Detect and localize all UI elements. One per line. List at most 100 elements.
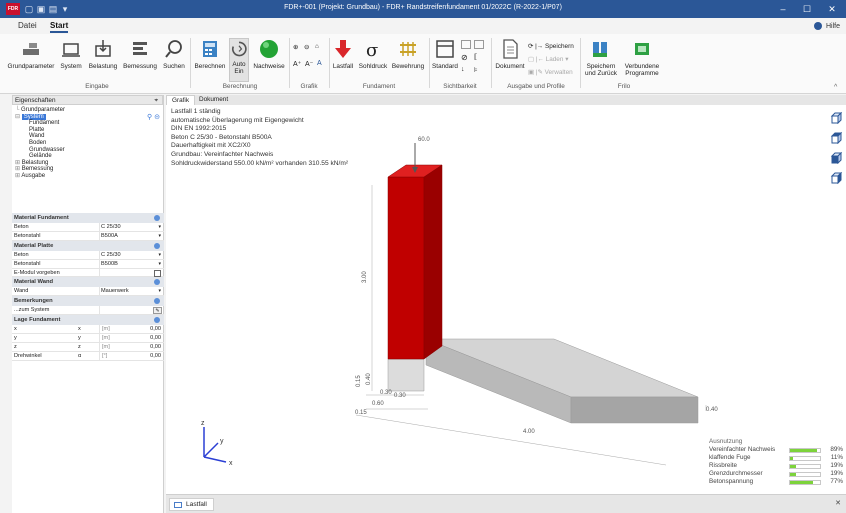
pin-icon[interactable]: ⌖ xyxy=(154,96,158,105)
tree-tools: ⚲ ⊝ xyxy=(147,114,160,122)
suchen-button[interactable]: Suchen xyxy=(161,38,187,70)
home-view-icon[interactable]: ⌂ xyxy=(315,43,319,50)
dropdown-arrow-icon[interactable]: ▾ xyxy=(158,260,161,269)
collapse-ribbon-icon[interactable]: ^ xyxy=(834,84,837,91)
berechnen-button[interactable]: Berechnen xyxy=(193,38,227,70)
tab-datei[interactable]: Datei xyxy=(18,21,37,30)
document-tabs: Grafik Dokument xyxy=(166,95,846,105)
property-value-input[interactable]: 0,00 xyxy=(150,334,161,343)
help-menu[interactable]: Hilfe xyxy=(814,22,840,30)
tree-item-ausgabe[interactable]: ⊞ Ausgabe xyxy=(15,173,163,180)
tree-item-bemessung[interactable]: ⊞ Bemessung xyxy=(15,166,163,173)
speichern-zurueck-button[interactable]: Speichern und Zurück xyxy=(583,38,619,77)
edit-remark-button[interactable]: ✎ xyxy=(153,307,162,315)
verbundene-programme-button[interactable]: Verbundene Programme xyxy=(620,38,664,77)
font-increase-icon[interactable]: A⁺ xyxy=(293,60,301,68)
property-value-input[interactable]: 0,00 xyxy=(150,325,161,334)
tab-grafik[interactable]: Grafik xyxy=(166,95,196,105)
font-reset-icon[interactable]: A xyxy=(317,60,322,67)
verwalten-profile-button[interactable]: ▣ |✎ Verwalten xyxy=(528,68,573,76)
tree-item-system[interactable]: ⊟ System xyxy=(15,113,163,121)
emodul-checkbox[interactable] xyxy=(154,269,161,277)
section-bemerkungen[interactable]: Bemerkungen xyxy=(12,296,164,307)
filter-icon[interactable]: ⊧ xyxy=(474,66,478,74)
show-lines-icon[interactable]: ⟦ xyxy=(474,53,477,61)
beton-platte-select[interactable]: C 25/30 xyxy=(101,251,121,260)
dropdown-arrow-icon[interactable]: ▾ xyxy=(158,287,161,296)
tree-item-gelaende[interactable]: Gelände xyxy=(15,153,163,160)
tab-lastfall[interactable]: Lastfall xyxy=(169,498,214,511)
collapse-icon[interactable] xyxy=(154,242,160,249)
tree-item-wand[interactable]: Wand xyxy=(15,133,163,140)
settings-icon[interactable] xyxy=(814,22,823,30)
view-cube-side-icon[interactable] xyxy=(830,171,843,185)
utilization-fill xyxy=(790,449,817,452)
dim-load-value: 60.0 xyxy=(418,137,430,143)
stahl-platte-select[interactable]: B500B xyxy=(101,260,118,269)
property-unit: [m] xyxy=(102,344,110,351)
belastung-button[interactable]: Belastung xyxy=(86,38,120,70)
standard-button[interactable]: Standard xyxy=(431,38,459,70)
speichern-profile-button[interactable]: ⟳ |→ Speichern xyxy=(528,42,574,50)
collapse-icon[interactable] xyxy=(154,317,160,324)
foundation-block xyxy=(387,358,425,392)
dropdown-arrow-icon[interactable]: ▾ xyxy=(158,232,161,241)
beton-fundament-select[interactable]: C 25/30 xyxy=(101,223,121,232)
section-lage-fundament[interactable]: Lage Fundament xyxy=(12,315,164,326)
stahl-fundament-select[interactable]: B500A xyxy=(101,232,118,241)
minimize-button[interactable]: – xyxy=(772,2,794,16)
graphic-canvas[interactable]: Lastfall 1 ständig automatische Überlager… xyxy=(166,105,846,494)
dropdown-arrow-icon[interactable]: ▾ xyxy=(158,223,161,232)
property-value-input[interactable]: 0,00 xyxy=(150,352,161,361)
tree-item-belastung[interactable]: ⊞ Belastung xyxy=(15,160,163,167)
hide-icon[interactable]: ⊘ xyxy=(461,53,468,62)
zoom-out-icon[interactable]: ⊖ xyxy=(304,43,309,51)
system-button[interactable]: System xyxy=(58,38,84,70)
ribbon: Grundparameter System Belastung Bemessun… xyxy=(0,34,846,94)
wand-material-select[interactable]: Mauerwerk xyxy=(101,287,129,296)
section-material-wand[interactable]: Material Wand xyxy=(12,277,164,288)
font-decrease-icon[interactable]: A⁻ xyxy=(305,60,313,68)
zoom-in-icon[interactable]: ⊕ xyxy=(293,43,298,51)
tree-item-grundwasser[interactable]: Grundwasser xyxy=(15,147,163,154)
close-button[interactable]: ✕ xyxy=(821,2,843,16)
utilization-label: Betonspannung xyxy=(709,478,754,485)
bemessung-button[interactable]: Bemessung xyxy=(122,38,158,70)
slab-front xyxy=(570,396,699,424)
view-option-icon[interactable] xyxy=(474,40,484,49)
dim-015: 0.15 xyxy=(356,375,362,387)
bewehrung-button[interactable]: Bewehrung xyxy=(390,38,426,70)
dokument-button[interactable]: Dokument xyxy=(494,38,526,70)
load-arrow-icon xyxy=(335,40,351,58)
property-unit: [m] xyxy=(102,335,110,342)
section-material-platte[interactable]: Material Platte xyxy=(12,240,164,251)
collapse-icon[interactable]: ⊝ xyxy=(154,114,160,121)
collapse-icon[interactable] xyxy=(154,298,160,305)
tab-start[interactable]: Start xyxy=(50,21,69,33)
tree-item-fundament[interactable]: Fundament xyxy=(15,120,163,127)
arrow-icon[interactable]: ↓ xyxy=(461,66,465,73)
dropdown-arrow-icon[interactable]: ▾ xyxy=(158,251,161,260)
tree-item-boden[interactable]: Boden xyxy=(15,140,163,147)
tab-dokument[interactable]: Dokument xyxy=(194,95,233,105)
view-cube-front-icon[interactable] xyxy=(830,151,843,165)
sohldruck-button[interactable]: σ Sohldruck xyxy=(357,38,389,70)
maximize-button[interactable]: ☐ xyxy=(796,2,818,16)
close-panel-button[interactable]: ✕ xyxy=(835,499,841,507)
view-cube-top-icon[interactable] xyxy=(830,131,843,145)
grundparameter-button[interactable]: Grundparameter xyxy=(6,38,56,70)
collapse-icon[interactable] xyxy=(154,215,160,221)
search-icon[interactable]: ⚲ xyxy=(147,114,152,121)
view-cube-iso-icon[interactable] xyxy=(830,111,843,125)
collapse-icon[interactable] xyxy=(154,279,160,286)
section-material-fundament[interactable]: Material Fundament xyxy=(12,213,164,223)
tree-item-platte[interactable]: Platte xyxy=(15,127,163,134)
lastfall-button[interactable]: Lastfall xyxy=(331,38,355,70)
nachweise-button[interactable]: Nachweise xyxy=(252,38,286,70)
property-value-input[interactable]: 0,00 xyxy=(150,343,161,352)
tree-item-grundparameter[interactable]: └ Grundparameter xyxy=(15,107,163,114)
utilization-percent: 89% xyxy=(830,446,843,453)
view-option-icon[interactable] xyxy=(461,40,471,49)
laden-profile-button[interactable]: ▢ |← Laden ▾ xyxy=(528,55,568,63)
auto-toggle-button[interactable]: Auto Ein xyxy=(229,38,249,82)
